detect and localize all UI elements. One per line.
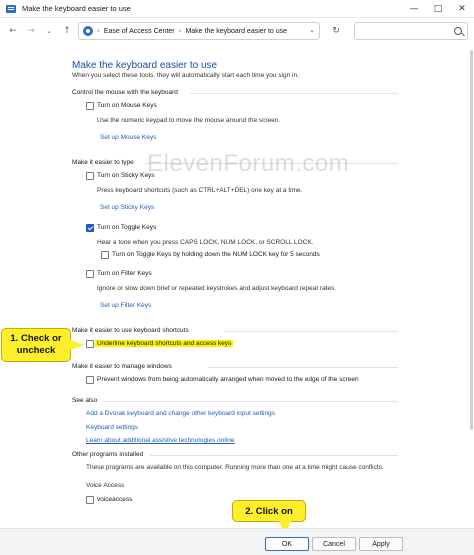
up-arrow-icon: ↑ [63,26,71,36]
watermark: ElevenForum.com [147,150,350,177]
back-button[interactable]: ← [4,22,22,40]
toggle-keys-hold-label[interactable]: Turn on Toggle Keys by holding down the … [112,251,320,258]
set-up-mouse-keys-link[interactable]: Set up Mouse Keys [100,134,156,141]
close-button[interactable]: ✕ [450,0,474,18]
search-box[interactable] [354,22,468,40]
forward-button[interactable]: → [22,22,40,40]
refresh-icon: ↻ [332,26,340,36]
voiceaccess-checkbox[interactable] [86,496,94,504]
set-up-sticky-keys-link[interactable]: Set up Sticky Keys [100,204,154,211]
section-heading-type: Make it easier to type [72,159,134,166]
right-arrow-icon: → [27,26,35,36]
mouse-keys-description: Use the numeric keypad to move the mouse… [97,117,281,124]
recent-locations-button[interactable]: ⌄ [40,22,58,40]
maximize-button[interactable]: □ [426,0,450,18]
search-input[interactable] [359,27,451,35]
sticky-keys-checkbox[interactable] [86,172,94,180]
cancel-button[interactable]: Cancel [312,537,356,551]
other-programs-description: These programs are available on this com… [86,464,384,471]
page-subtitle: When you select these tools, they will a… [72,72,299,79]
page-title: Make the keyboard easier to use [72,60,218,71]
prevent-arrange-label[interactable]: Prevent windows from being automatically… [97,376,359,383]
callout-step1-text: 1. Check or uncheck [10,333,62,356]
toggle-keys-hold-checkbox[interactable] [101,251,109,259]
breadcrumb-item-current[interactable]: Make the keyboard easier to use [185,28,287,35]
title-bar: Make the keyboard easier to use — □ ✕ [0,0,474,18]
section-heading-windows: Make it easier to manage windows [72,363,172,370]
control-panel-icon [6,4,16,13]
section-divider [208,367,398,368]
underline-shortcuts-label-text: Underline keyboard shortcuts and access … [95,340,234,347]
chevron-down-icon: ⌄ [46,27,52,35]
ok-button[interactable]: OK [265,537,309,551]
assistive-technologies-link[interactable]: Learn about additional assistive technol… [86,437,235,444]
toggle-keys-label[interactable]: Turn on Toggle Keys [97,224,156,231]
search-icon [454,27,462,35]
section-divider [102,401,398,402]
filter-keys-description: Ignore or slow down brief or repeated ke… [97,285,337,292]
address-bar: ← → ⌄ ↑ › Ease of Access Center › Make t… [0,20,474,42]
up-button[interactable]: ↑ [58,22,76,40]
keyboard-settings-link[interactable]: Keyboard settings [86,424,138,431]
callout-step2-text: 2. Click on [245,506,293,517]
section-divider [150,455,398,456]
breadcrumb-separator-icon: › [178,27,182,35]
breadcrumb-separator-icon: › [97,27,100,35]
main-content: Make the keyboard easier to use When you… [0,46,474,526]
window-title: Make the keyboard easier to use [22,4,131,13]
section-heading-other-programs: Other programs installed [72,451,144,458]
section-divider [224,331,398,332]
section-heading-mouse: Control the mouse with the keyboard [72,89,178,96]
address-dropdown-icon[interactable]: ⌄ [309,26,315,34]
section-heading-shortcuts: Make it easier to use keyboard shortcuts [72,327,189,334]
sticky-keys-label[interactable]: Turn on Sticky Keys [97,172,155,179]
underline-shortcuts-checkbox[interactable] [86,340,94,348]
section-divider [190,93,398,94]
callout-step2: 2. Click on [232,500,306,522]
left-arrow-icon: ← [9,26,17,36]
mouse-keys-label[interactable]: Turn on Mouse Keys [97,102,157,109]
scrollbar-thumb[interactable] [470,50,473,430]
voice-access-group-label: Voice Access [86,482,125,489]
dvorak-keyboard-link[interactable]: Add a Dvorak keyboard and change other k… [86,410,275,417]
dialog-footer: OK Cancel Apply [0,528,474,555]
underline-shortcuts-label[interactable]: Underline keyboard shortcuts and access … [95,340,234,347]
breadcrumb-item-ease-of-access[interactable]: Ease of Access Center [104,28,175,35]
breadcrumb[interactable]: › Ease of Access Center › Make the keybo… [78,22,320,40]
sticky-keys-description: Press keyboard shortcuts (such as CTRL+A… [97,187,303,194]
toggle-keys-description: Hear a tone when you press CAPS LOCK, NU… [97,239,314,246]
minimize-button[interactable]: — [402,0,426,18]
window-controls: — □ ✕ [402,0,474,18]
set-up-filter-keys-link[interactable]: Set up Filter Keys [100,302,151,309]
callout-step1-pointer [70,340,84,350]
voiceaccess-label[interactable]: voiceaccess [97,496,132,503]
section-heading-see-also: See also [72,397,98,404]
refresh-button[interactable]: ↻ [329,24,343,38]
filter-keys-label[interactable]: Turn on Filter Keys [97,270,152,277]
apply-button[interactable]: Apply [359,537,403,551]
toggle-keys-checkbox[interactable] [86,224,94,232]
prevent-arrange-checkbox[interactable] [86,376,94,384]
callout-step1: 1. Check or uncheck [1,328,71,362]
ease-of-access-icon [83,26,93,36]
mouse-keys-checkbox[interactable] [86,102,94,110]
filter-keys-checkbox[interactable] [86,270,94,278]
